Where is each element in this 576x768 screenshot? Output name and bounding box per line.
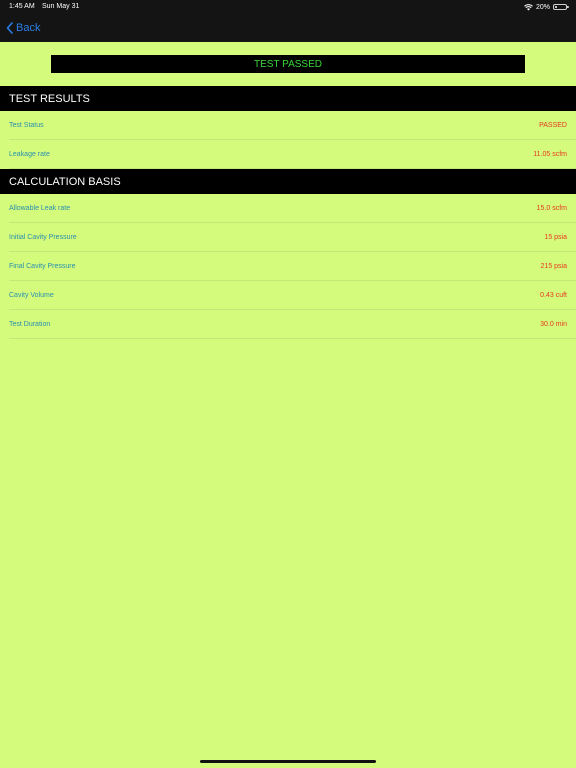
test-results-header: TEST RESULTS: [0, 86, 576, 111]
wifi-icon: [524, 3, 533, 11]
row-label-final-cavity-pressure: Final Cavity Pressure: [9, 263, 76, 270]
test-results-list: Test Status PASSED Leakage rate 11.05 sc…: [0, 111, 576, 169]
row-label-test-duration: Test Duration: [9, 321, 51, 328]
status-time: 1:45 AM: [9, 3, 35, 10]
list-item: Test Duration 30.0 min: [0, 310, 576, 339]
row-value-test-status: PASSED: [539, 122, 567, 129]
list-item: Initial Cavity Pressure 15 psia: [0, 223, 576, 252]
list-item: Final Cavity Pressure 215 psia: [0, 252, 576, 281]
row-label-allowable-leak-rate: Allowable Leak rate: [9, 205, 71, 212]
row-value-allowable-leak-rate: 15.0 scfm: [536, 205, 567, 212]
back-label: Back: [16, 22, 41, 34]
status-indicators: 20%: [524, 2, 569, 12]
battery-icon: [553, 4, 569, 10]
list-item: Cavity Volume 0.43 cuft: [0, 281, 576, 310]
row-value-initial-cavity-pressure: 15 psia: [544, 234, 567, 241]
list-item: Allowable Leak rate 15.0 scfm: [0, 194, 576, 223]
back-button[interactable]: Back: [6, 20, 40, 36]
calculation-basis-header: CALCULATION BASIS: [0, 169, 576, 194]
battery-percent: 20%: [535, 3, 550, 11]
row-value-final-cavity-pressure: 215 psia: [540, 263, 567, 270]
row-value-leakage-rate: 11.05 scfm: [533, 151, 567, 158]
row-label-test-status: Test Status: [9, 122, 44, 129]
list-item: Leakage rate 11.05 scfm: [0, 140, 576, 169]
chevron-left-icon: [6, 22, 13, 34]
row-value-test-duration: 30.0 min: [540, 321, 567, 328]
battery-level: [555, 6, 557, 8]
row-label-cavity-volume: Cavity Volume: [9, 292, 54, 299]
status-date: Sun May 31: [42, 3, 80, 10]
row-label-initial-cavity-pressure: Initial Cavity Pressure: [9, 234, 77, 241]
list-item: Test Status PASSED: [0, 111, 576, 140]
row-label-leakage-rate: Leakage rate: [9, 151, 50, 158]
test-result-banner: TEST PASSED: [51, 55, 525, 73]
row-value-cavity-volume: 0.43 cuft: [540, 292, 567, 299]
navigation-bar: 1:45 AM Sun May 31 20% Back: [0, 0, 576, 42]
home-indicator[interactable]: [200, 760, 376, 763]
calculation-basis-list: Allowable Leak rate 15.0 scfm Initial Ca…: [0, 194, 576, 339]
